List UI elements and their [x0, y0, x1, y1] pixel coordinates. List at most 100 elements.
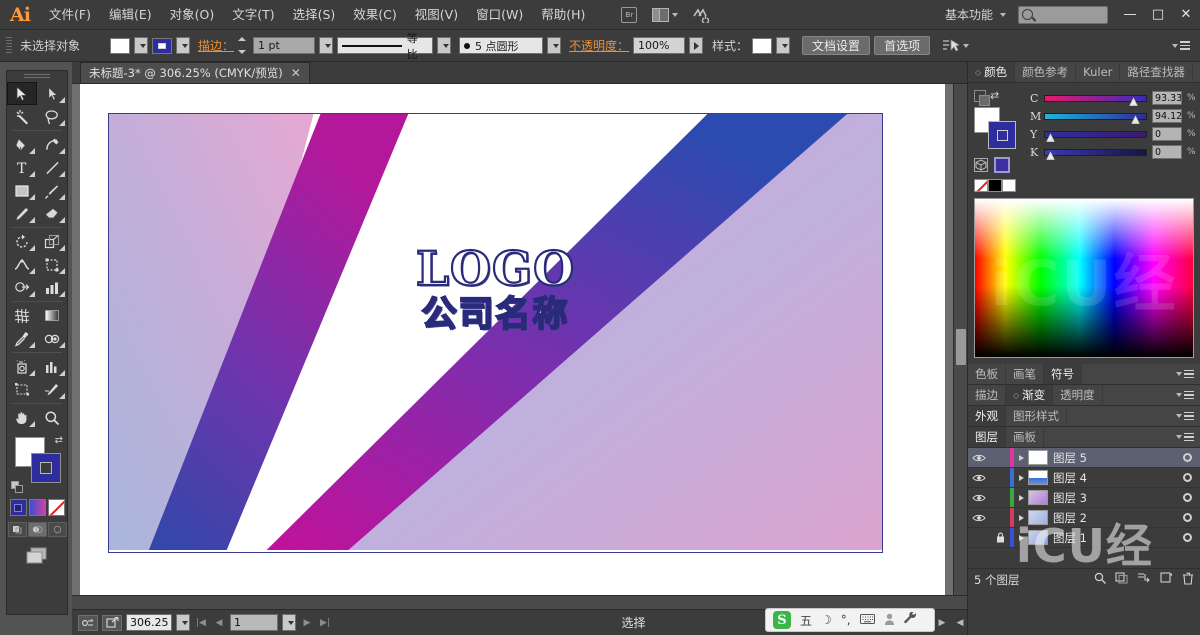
tab-layers[interactable]: 图层 — [968, 427, 1006, 447]
tab-color[interactable]: ◇ 颜色 — [968, 62, 1016, 82]
eraser-tool[interactable] — [37, 202, 67, 225]
bridge-icon[interactable]: Br — [616, 5, 642, 25]
artboard-dropdown[interactable] — [282, 614, 296, 631]
moon-icon[interactable]: ☽ — [821, 613, 832, 627]
tab-brushes[interactable]: 画笔 — [1006, 364, 1044, 384]
rotate-tool[interactable] — [7, 230, 37, 253]
layer-name[interactable]: 图层 1 — [1053, 530, 1174, 546]
table-row[interactable]: 图层 1 — [968, 528, 1200, 548]
table-row[interactable]: 图层 2 — [968, 508, 1200, 528]
graphic-style-swatch[interactable] — [752, 37, 773, 54]
tab-transparency[interactable]: 透明度 — [1053, 385, 1103, 405]
column-graph-tool[interactable] — [37, 276, 67, 299]
create-sublayer-icon[interactable] — [1137, 572, 1151, 587]
rectangle-tool[interactable] — [7, 179, 37, 202]
slider-y[interactable]: Y 0 % — [1030, 127, 1196, 142]
eyedropper-tool[interactable] — [7, 327, 37, 350]
tab-artboards[interactable]: 画板 — [1006, 427, 1044, 447]
artboard[interactable]: LOGO 公司名称 — [108, 113, 883, 553]
menu-effect[interactable]: 效果(C) — [344, 0, 405, 30]
canvas-horizontal-scrollbar[interactable] — [72, 595, 967, 609]
menu-object[interactable]: 对象(O) — [161, 0, 224, 30]
document-tab[interactable]: 未标题-3* @ 306.25% (CMYK/预览) ✕ — [80, 62, 310, 83]
layer-visibility-icon[interactable] — [968, 453, 990, 463]
swap-colors-icon[interactable]: ⇄ — [990, 89, 999, 102]
width-tool[interactable] — [7, 253, 37, 276]
slider-m-value[interactable]: 94.12 — [1152, 109, 1182, 123]
keyboard-icon[interactable] — [859, 613, 875, 627]
free-transform-tool[interactable] — [37, 253, 67, 276]
draw-behind-icon[interactable] — [27, 522, 47, 537]
type-tool[interactable]: T — [7, 156, 37, 179]
fill-color-swatch[interactable] — [110, 37, 130, 54]
layer-target-icon[interactable] — [1174, 473, 1200, 482]
table-row[interactable]: 图层 3 — [968, 488, 1200, 508]
lasso-tool[interactable] — [37, 105, 67, 128]
zoom-tool[interactable] — [37, 406, 67, 429]
layer-name[interactable]: 图层 5 — [1053, 450, 1174, 466]
stroke-weight-field[interactable]: 1 pt — [253, 37, 316, 54]
layer-name[interactable]: 图层 3 — [1053, 490, 1174, 506]
symbol-sprayer-tool[interactable] — [7, 355, 37, 378]
close-icon[interactable]: ✕ — [291, 66, 301, 80]
first-artboard-button[interactable]: |◀ — [194, 614, 208, 631]
layer-expand-icon[interactable] — [1014, 474, 1028, 482]
share-icon[interactable] — [102, 614, 122, 631]
selection-tool[interactable] — [7, 82, 37, 105]
curvature-tool[interactable] — [37, 133, 67, 156]
create-new-layer-icon[interactable] — [1160, 572, 1173, 587]
slider-m-track[interactable] — [1044, 112, 1147, 124]
locate-object-icon[interactable] — [1094, 572, 1106, 587]
slider-c-value[interactable]: 93.33 — [1152, 91, 1182, 105]
fill-stroke-mini-icon[interactable] — [974, 89, 990, 106]
table-row[interactable]: 图层 4 — [968, 468, 1200, 488]
swatches-panel-menu[interactable] — [1167, 364, 1200, 384]
layer-expand-icon[interactable] — [1014, 534, 1028, 542]
zoom-level-dropdown[interactable] — [176, 614, 190, 631]
appearance-panel-menu[interactable] — [1167, 406, 1200, 426]
gradient-panel-menu[interactable] — [1167, 385, 1200, 405]
tab-gradient[interactable]: ◇ 渐变 — [1006, 385, 1054, 405]
layer-target-icon[interactable] — [1174, 533, 1200, 542]
none-swatch[interactable] — [974, 179, 988, 192]
tab-color-guide[interactable]: 颜色参考 — [1015, 62, 1077, 82]
next-artboard-button[interactable]: ▶ — [300, 614, 314, 631]
tab-pathfinder[interactable]: 路径查找器 — [1120, 62, 1193, 82]
shape-builder-tool[interactable] — [7, 276, 37, 299]
control-bar-grip[interactable] — [6, 36, 12, 55]
align-to-pixel-icon[interactable] — [940, 36, 970, 56]
slider-c-track[interactable] — [1044, 94, 1147, 106]
blend-tool[interactable] — [37, 327, 67, 350]
swap-fill-stroke-icon[interactable]: ⇄ — [55, 435, 63, 446]
hand-tool[interactable] — [7, 406, 37, 429]
tab-symbols[interactable]: 符号 — [1044, 364, 1082, 384]
layer-target-icon[interactable] — [1174, 513, 1200, 522]
layers-panel-menu[interactable] — [1167, 427, 1200, 447]
ime-toolbar[interactable]: S 五 ☽ °, — [765, 608, 935, 632]
gradient-button[interactable] — [28, 499, 46, 516]
opacity-label[interactable]: 不透明度： — [569, 37, 629, 54]
menu-file[interactable]: 文件(F) — [40, 0, 100, 30]
status-expand-button[interactable]: ▶ — [935, 614, 949, 631]
layer-expand-icon[interactable] — [1014, 494, 1028, 502]
sogou-logo-icon[interactable]: S — [773, 611, 791, 629]
stroke-profile-select[interactable]: 等比 — [337, 32, 434, 61]
search-input[interactable] — [1018, 5, 1108, 24]
stroke-color-swatch[interactable] — [152, 37, 172, 54]
fill-dropdown[interactable] — [134, 37, 148, 54]
status-resize-grip[interactable]: ◀ — [953, 614, 967, 631]
layer-name[interactable]: 图层 4 — [1053, 470, 1174, 486]
stroke-dropdown[interactable] — [176, 37, 190, 54]
toolbox-grip[interactable] — [7, 71, 67, 82]
menu-window[interactable]: 窗口(W) — [467, 0, 532, 30]
tab-graphic-styles[interactable]: 图形样式 — [1006, 406, 1067, 426]
stroke-weight-dropdown[interactable] — [319, 37, 334, 54]
slider-m[interactable]: M 94.12 % — [1030, 109, 1196, 124]
opacity-popup-button[interactable] — [689, 37, 704, 54]
current-color-swatch[interactable] — [994, 157, 1010, 173]
scale-tool[interactable] — [37, 230, 67, 253]
pen-tool[interactable] — [7, 133, 37, 156]
slice-tool[interactable] — [37, 378, 67, 401]
stroke-weight-label[interactable]: 描边： — [198, 37, 234, 54]
close-button[interactable]: ✕ — [1172, 0, 1200, 30]
